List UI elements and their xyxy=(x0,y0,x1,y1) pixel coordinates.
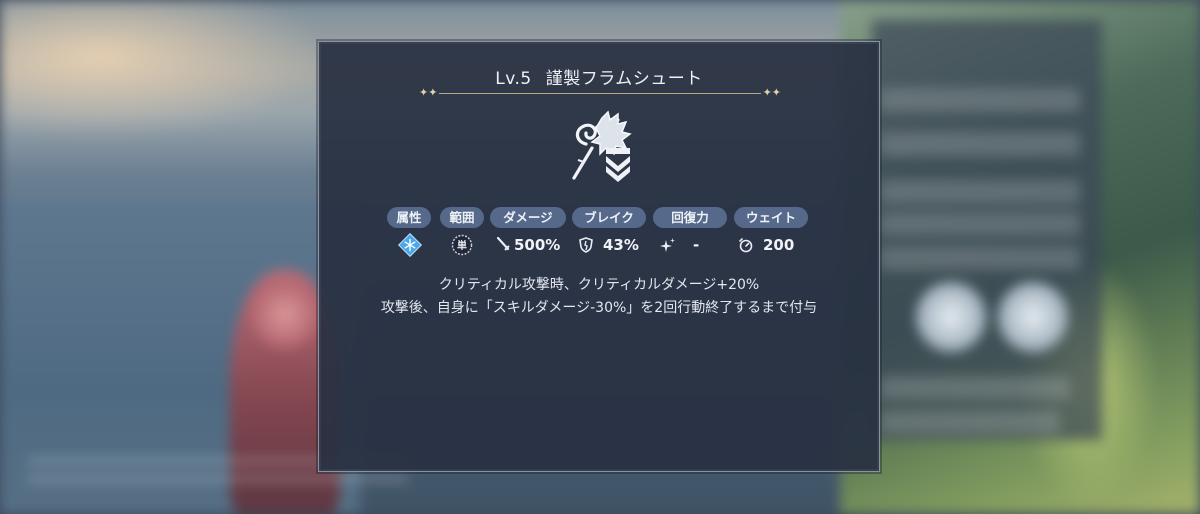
sunset-glow xyxy=(0,0,330,140)
title-divider: ✦✦ ✦✦ xyxy=(419,86,781,99)
wait-value: 200 xyxy=(738,234,794,256)
sparkle-icon: ✦✦ xyxy=(762,86,781,99)
wait-text: 200 xyxy=(763,236,795,254)
single-target-icon: 単 xyxy=(451,234,473,256)
ice-snowflake-icon xyxy=(398,233,422,257)
skill-level: Lv.5 xyxy=(495,69,532,89)
skill-name: 謹製フラムシュート xyxy=(545,69,703,89)
description-line: クリティカル攻撃時、クリティカルダメージ+20% xyxy=(438,277,760,293)
label-attribute: 属性 xyxy=(387,207,431,228)
character-hair xyxy=(250,280,320,350)
damage-value: 500% xyxy=(497,234,560,256)
sparkle-icon: ✦✦ xyxy=(419,86,438,99)
skill-title: Lv.5 謹製フラムシュート xyxy=(319,64,879,89)
break-value: 43% xyxy=(578,234,639,256)
background-circle xyxy=(998,282,1068,352)
stat-values: 単 500% 43% - 200 xyxy=(319,233,879,257)
background-row xyxy=(880,180,1080,204)
background-row xyxy=(880,410,1060,434)
skill-description: クリティカル攻撃時、クリティカルダメージ+20% 攻撃後、自身に「スキルダメージ… xyxy=(319,274,879,320)
label-break: ブレイク xyxy=(572,207,646,228)
sword-icon xyxy=(497,237,510,251)
background-row xyxy=(880,88,1080,112)
stopwatch-icon xyxy=(739,238,753,253)
damage-text: 500% xyxy=(514,236,561,254)
label-damage: ダメージ xyxy=(490,207,566,228)
heal-value: - xyxy=(660,234,699,256)
svg-text:単: 単 xyxy=(457,239,467,252)
label-range: 範囲 xyxy=(440,207,484,228)
background-row xyxy=(880,376,1070,400)
break-text: 43% xyxy=(603,236,639,254)
background-row xyxy=(880,246,1080,270)
background-row xyxy=(880,212,1080,236)
sparkle-heal-icon xyxy=(660,238,675,252)
label-heal: 回復力 xyxy=(653,207,727,228)
flame-shot-skill-icon xyxy=(572,110,632,182)
skill-tooltip-panel: Lv.5 謹製フラムシュート ✦✦ ✦✦ 属性 範囲 ダメージ ブレイク 回復力 … xyxy=(318,41,880,472)
description-line: 攻撃後、自身に「スキルダメージ-30%」を2回行動終了するまで付与 xyxy=(380,300,818,316)
background-circle xyxy=(916,282,986,352)
label-wait: ウェイト xyxy=(734,207,808,228)
shield-break-icon xyxy=(579,237,593,253)
attribute-value xyxy=(398,233,422,257)
heal-text: - xyxy=(693,236,700,254)
range-value: 単 xyxy=(451,234,473,256)
background-row xyxy=(880,132,1080,156)
stat-labels: 属性 範囲 ダメージ ブレイク 回復力 ウェイト xyxy=(319,207,879,229)
